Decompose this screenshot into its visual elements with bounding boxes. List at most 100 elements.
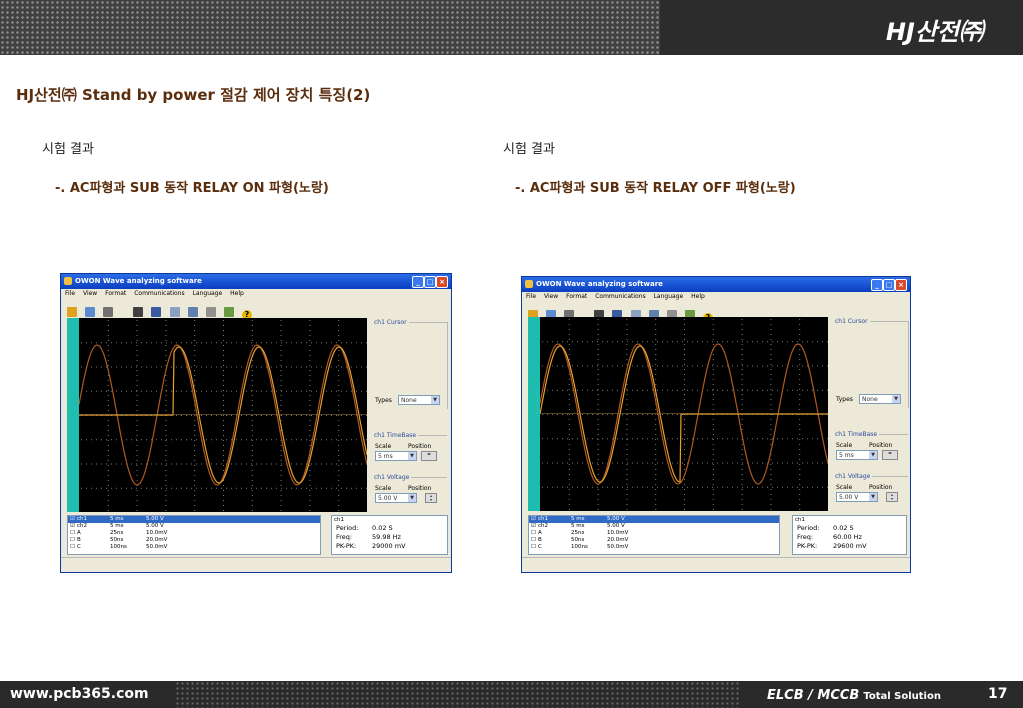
timebase-group: ch1 TimeBase Scale Position 5 ms ▼ ◂▸	[374, 432, 447, 468]
menu-file[interactable]: File	[526, 293, 536, 300]
period-value: 0.02 S	[372, 524, 393, 532]
menu-help[interactable]: Help	[691, 293, 705, 300]
timebase-scale-select[interactable]: 5 ms ▼	[836, 450, 878, 460]
timebase-scale-label: Scale	[375, 443, 392, 450]
chevron-down-icon[interactable]: ▼	[892, 395, 900, 403]
zero-level-line	[540, 413, 828, 414]
period-label: Period:	[336, 524, 359, 532]
voltage-position-spinner[interactable]: ▴ ▾	[886, 492, 898, 502]
maximize-button[interactable]: □	[424, 276, 436, 288]
window-titlebar[interactable]: OWON Wave analyzing software _ □ ×	[61, 274, 451, 289]
chevron-down-icon[interactable]: ▼	[869, 451, 877, 459]
menu-format[interactable]: Format	[566, 293, 587, 300]
channel-row[interactable]: ☐ C 100ns 50.0mV	[529, 544, 779, 551]
open-folder-icon[interactable]	[67, 307, 77, 317]
save-icon[interactable]	[151, 307, 162, 317]
minimize-button[interactable]: _	[412, 276, 424, 288]
channel-row[interactable]: ☐ C 100ns 50.0mV	[68, 544, 320, 551]
measurement-heading: ch1	[334, 517, 345, 523]
channel-list[interactable]: ☑ ch1 5 ms 5.00 V ☑ ch2 5 ms 5.00 V ☐ A 25ns 10.0…	[67, 515, 321, 555]
voltage-scale-label: Scale	[836, 484, 853, 491]
position-strip[interactable]	[67, 318, 79, 512]
window-titlebar[interactable]: OWON Wave analyzing software _ □ ×	[522, 277, 910, 292]
product-name: ELCB / MCCB	[767, 688, 860, 703]
connect-icon[interactable]	[223, 307, 234, 317]
measurement-box: ch1 Period: 0.02 S Freq: 59.98 Hz PK-PK:…	[331, 515, 448, 555]
channel-list[interactable]: ☑ ch1 5 ms 5.00 V ☑ ch2 5 ms 5.00 V ☐ A 25ns 10.0…	[528, 515, 780, 555]
menu-format[interactable]: Format	[105, 290, 126, 297]
maximize-button[interactable]: □	[883, 279, 895, 291]
timebase-scale-value: 5 ms	[839, 452, 854, 459]
channel-row[interactable]: ☑ ch2 5 ms 5.00 V	[68, 523, 320, 530]
menu-language[interactable]: Language	[193, 290, 223, 297]
right-subtitle: -. AC파형과 SUB 동작 RELAY OFF 파형(노랑)	[515, 181, 796, 196]
tools-icon[interactable]	[205, 307, 216, 317]
menu-communications[interactable]: Communications	[595, 293, 645, 300]
scope-screen[interactable]	[78, 318, 368, 512]
menu-view[interactable]: View	[544, 293, 558, 300]
period-label: Period:	[797, 524, 820, 532]
channel-row[interactable]: ☐ B 50ns 20.0mV	[529, 537, 779, 544]
period-value: 0.02 S	[833, 524, 854, 532]
window-title: OWON Wave analyzing software	[75, 277, 202, 285]
types-select[interactable]: None ▼	[398, 395, 440, 405]
channel-row[interactable]: ☐ A 25ns 10.0mV	[529, 530, 779, 537]
timebase-heading: ch1 TimeBase	[835, 431, 880, 438]
print-icon[interactable]	[103, 307, 114, 317]
timebase-position-spinner[interactable]: ◂▸	[421, 451, 437, 461]
table-icon[interactable]	[133, 307, 144, 317]
voltage-scale-select[interactable]: 5.00 V ▼	[836, 492, 878, 502]
timebase-heading: ch1 TimeBase	[374, 432, 419, 439]
timebase-scale-label: Scale	[836, 442, 853, 449]
voltage-position-label: Position	[408, 485, 432, 492]
types-label: Types	[836, 396, 853, 403]
voltage-scale-select[interactable]: 5.00 V ▼	[375, 493, 417, 503]
channel-row[interactable]: ☑ ch1 5 ms 5.00 V	[68, 516, 320, 523]
voltage-position-label: Position	[869, 484, 893, 491]
grid-icon[interactable]	[187, 307, 198, 317]
close-button[interactable]: ×	[436, 276, 448, 288]
toolbar: ?	[528, 305, 716, 323]
menu-communications[interactable]: Communications	[134, 290, 184, 297]
menu-language[interactable]: Language	[654, 293, 684, 300]
channel-row[interactable]: ☐ A 25ns 10.0mV	[68, 530, 320, 537]
website-link[interactable]: www.pcb365.com	[10, 686, 149, 702]
types-select[interactable]: None ▼	[859, 394, 901, 404]
freq-label: Freq:	[336, 533, 353, 541]
position-strip[interactable]	[528, 317, 540, 511]
print-preview-icon[interactable]	[85, 307, 96, 317]
page-number: 17	[988, 686, 1008, 702]
pkpk-label: PK-PK:	[797, 542, 818, 550]
voltage-position-spinner[interactable]: ▴ ▾	[425, 493, 437, 503]
oscilloscope-window-left[interactable]: OWON Wave analyzing software _ □ × File …	[60, 273, 452, 573]
close-button[interactable]: ×	[895, 279, 907, 291]
voltage-group: ch1 Voltage Scale Position 5.00 V ▼ ▴ ▾	[374, 474, 447, 510]
chevron-down-icon[interactable]: ▼	[408, 452, 416, 460]
channel-row[interactable]: ☑ ch1 5 ms 5.00 V	[529, 516, 779, 523]
menu-help[interactable]: Help	[230, 290, 244, 297]
timebase-position-spinner[interactable]: ◂▸	[882, 450, 898, 460]
chevron-down-icon[interactable]: ▼	[869, 493, 877, 501]
toolbar: ?	[67, 302, 255, 320]
waveform-plot	[78, 320, 368, 511]
menu-view[interactable]: View	[83, 290, 97, 297]
cursor-heading: ch1 Cursor	[835, 318, 870, 325]
timebase-scale-select[interactable]: 5 ms ▼	[375, 451, 417, 461]
chart-icon[interactable]	[169, 307, 180, 317]
scope-screen[interactable]	[539, 317, 829, 511]
minimize-button[interactable]: _	[871, 279, 883, 291]
page-title: HJ산전㈜ Stand by power 절감 제어 장치 특징(2)	[16, 86, 371, 104]
types-label: Types	[375, 397, 392, 404]
chevron-down-icon[interactable]: ▼	[431, 396, 439, 404]
chevron-down-icon[interactable]: ▼	[408, 494, 416, 502]
measurement-box: ch1 Period: 0.02 S Freq: 60.00 Hz PK-PK:…	[792, 515, 907, 555]
voltage-scale-label: Scale	[375, 485, 392, 492]
product-tagline: ELCB / MCCB Total Solution	[767, 688, 941, 703]
freq-label: Freq:	[797, 533, 814, 541]
voltage-scale-value: 5.00 V	[839, 494, 859, 501]
channel-row[interactable]: ☐ B 50ns 20.0mV	[68, 537, 320, 544]
oscilloscope-window-right[interactable]: OWON Wave analyzing software _ □ × File …	[521, 276, 911, 573]
channel-row[interactable]: ☑ ch2 5 ms 5.00 V	[529, 523, 779, 530]
app-icon	[64, 277, 72, 285]
menu-file[interactable]: File	[65, 290, 75, 297]
